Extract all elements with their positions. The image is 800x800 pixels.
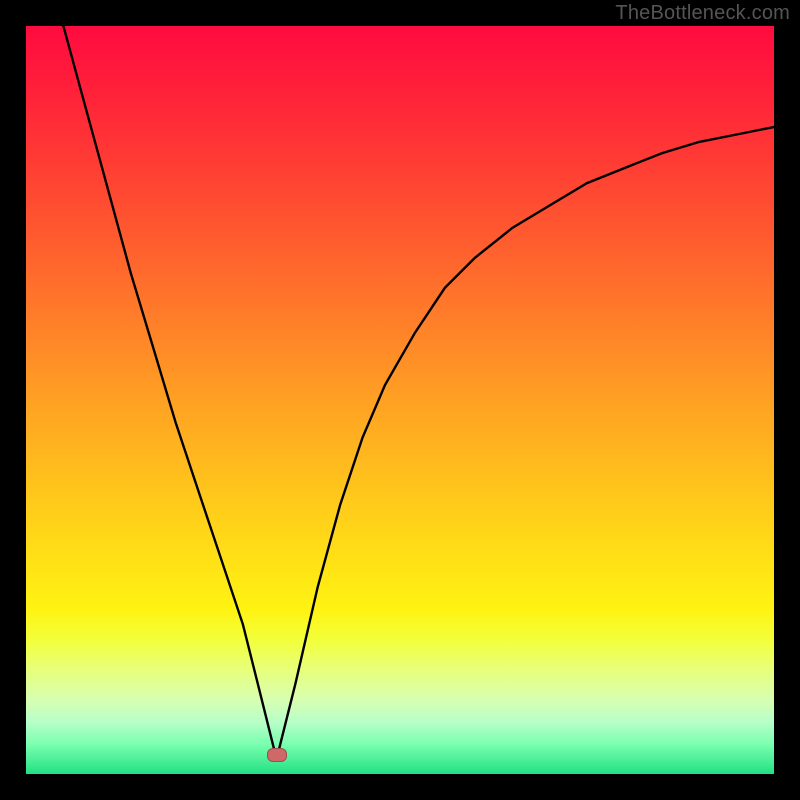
bottleneck-curve bbox=[63, 26, 774, 759]
plot-area bbox=[26, 26, 774, 774]
optimum-marker bbox=[267, 748, 287, 762]
chart-frame: TheBottleneck.com bbox=[0, 0, 800, 800]
curve-svg bbox=[26, 26, 774, 774]
watermark-text: TheBottleneck.com bbox=[615, 2, 790, 25]
